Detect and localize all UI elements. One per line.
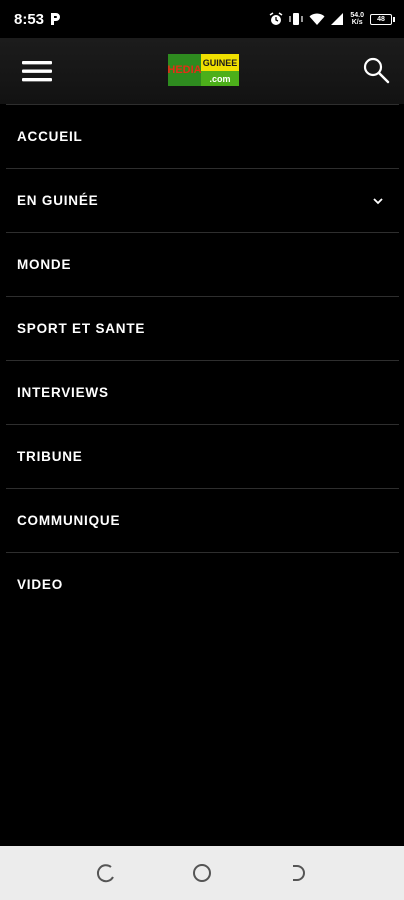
- menu-item-label: INTERVIEWS: [17, 385, 109, 400]
- menu-item-label: TRIBUNE: [17, 449, 83, 464]
- menu-item-sport-et-sante[interactable]: SPORT ET SANTE: [6, 296, 399, 360]
- menu-item-label: COMMUNIQUE: [17, 513, 121, 528]
- battery-level: 48: [377, 15, 385, 23]
- logo-right: GUINEE .com: [201, 54, 239, 86]
- network-speed: 54.0 K/s: [350, 12, 364, 26]
- wifi-icon: [309, 13, 325, 25]
- network-speed-value: 54.0: [350, 12, 364, 19]
- status-left: 8:53: [14, 11, 61, 28]
- menu-item-monde[interactable]: MONDE: [6, 232, 399, 296]
- recents-icon[interactable]: [95, 861, 119, 885]
- parking-notification-icon: [51, 13, 61, 25]
- logo-bottom-text: .com: [201, 71, 239, 86]
- site-logo[interactable]: HEDIA GUINEE .com: [167, 54, 239, 86]
- menu-icon[interactable]: [22, 58, 52, 84]
- home-icon[interactable]: [190, 861, 214, 885]
- back-icon[interactable]: [285, 861, 309, 885]
- menu-item-accueil[interactable]: ACCUEIL: [6, 104, 399, 168]
- status-time: 8:53: [14, 10, 45, 28]
- menu-item-label: VIDEO: [17, 577, 64, 592]
- menu-item-label: EN GUINÉE: [17, 193, 99, 208]
- app-header: HEDIA GUINEE .com: [0, 38, 404, 104]
- alarm-icon: [269, 12, 283, 25]
- menu-item-tribune[interactable]: TRIBUNE: [6, 424, 399, 488]
- vibrate-icon: [289, 13, 303, 25]
- logo-top-text: GUINEE: [201, 54, 239, 71]
- navigation-menu: ACCUEIL EN GUINÉE MONDE SPORT ET SANTE I…: [6, 104, 399, 616]
- network-speed-unit: K/s: [351, 19, 363, 26]
- menu-item-video[interactable]: VIDEO: [6, 552, 399, 616]
- menu-item-communique[interactable]: COMMUNIQUE: [6, 488, 399, 552]
- battery-icon: 48: [370, 13, 395, 25]
- logo-left-text: HEDIA: [167, 54, 202, 86]
- chevron-down-icon[interactable]: [371, 194, 385, 208]
- status-right: 54.0 K/s 48: [269, 12, 395, 26]
- menu-item-label: SPORT ET SANTE: [17, 321, 146, 336]
- search-icon[interactable]: [362, 56, 390, 84]
- menu-item-label: ACCUEIL: [17, 129, 83, 144]
- status-bar: 8:53 54.0 K/s 48: [0, 0, 404, 38]
- menu-item-en-guinee[interactable]: EN GUINÉE: [6, 168, 399, 232]
- menu-item-interviews[interactable]: INTERVIEWS: [6, 360, 399, 424]
- menu-item-label: MONDE: [17, 257, 72, 272]
- system-nav-bar: [0, 846, 404, 900]
- signal-icon: [331, 13, 344, 25]
